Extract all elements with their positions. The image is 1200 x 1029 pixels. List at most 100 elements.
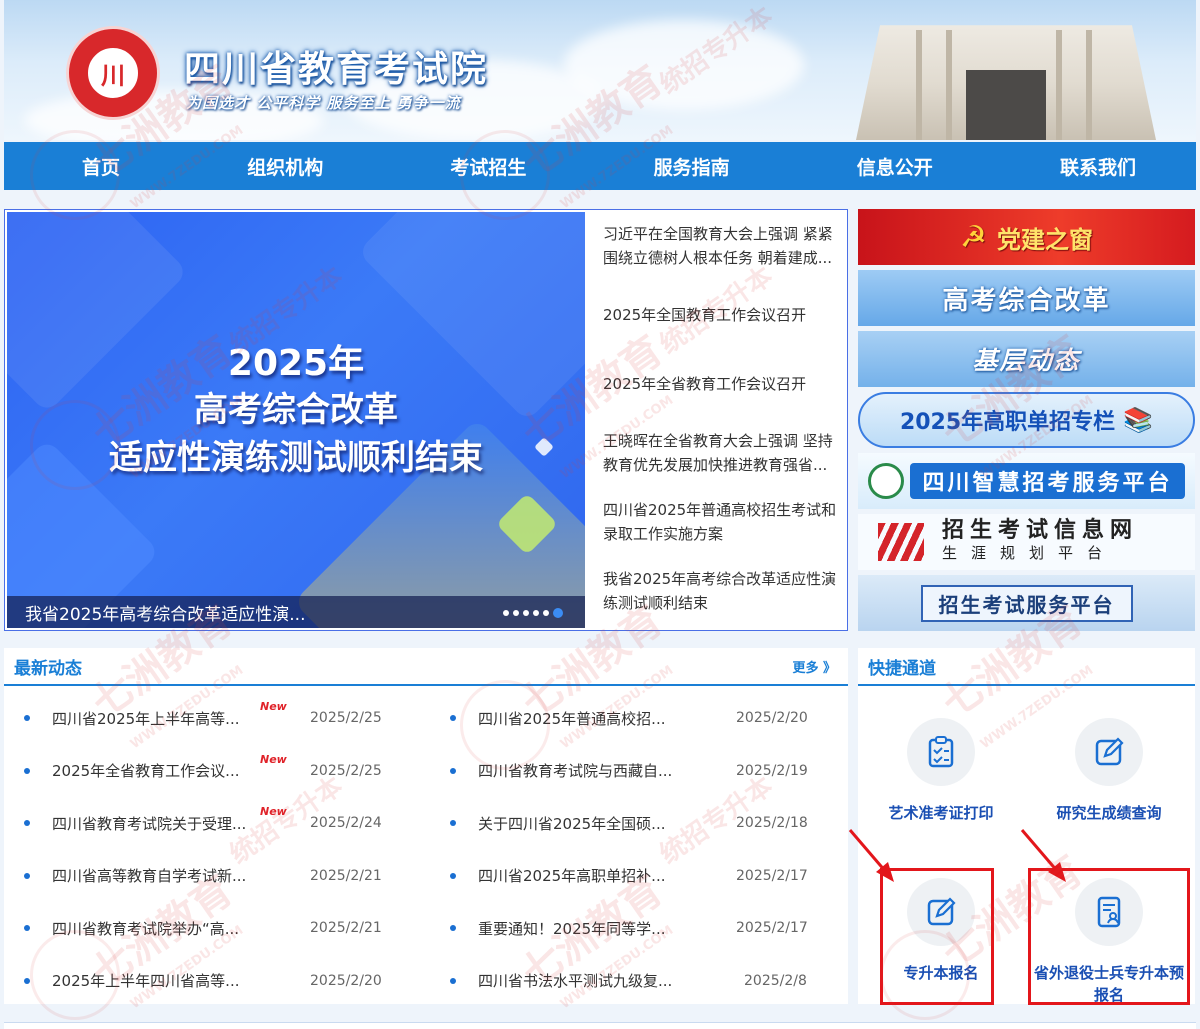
banner-party-label: 党建之窗 bbox=[996, 225, 1093, 254]
news-link[interactable]: 2025年上半年四川省高等... bbox=[52, 970, 262, 991]
news-date: 2025/2/20 bbox=[736, 710, 808, 727]
banner-info-net[interactable]: 招生考试信息网 生涯规划平台 bbox=[858, 514, 1195, 570]
new-badge: New bbox=[260, 752, 287, 766]
art-admission-ticket-button[interactable]: 艺术准考证打印 bbox=[866, 718, 1016, 824]
nav-contact[interactable]: 联系我们 bbox=[1060, 153, 1136, 180]
news-link[interactable]: 四川省2025年普通高校招... bbox=[478, 708, 688, 729]
news-link[interactable]: 四川省教育考试院关于受理... bbox=[52, 813, 262, 834]
news-link[interactable]: 2025年全省教育工作会议... bbox=[52, 760, 262, 781]
nav-organization[interactable]: 组织机构 bbox=[247, 153, 323, 180]
clipboard-check-icon bbox=[907, 718, 975, 786]
nav-info-disclosure[interactable]: 信息公开 bbox=[857, 153, 933, 180]
slide-caption[interactable]: 我省2025年高考综合改革适应性演... bbox=[25, 600, 305, 625]
list-item[interactable]: 2025年全省教育工作会议... New 2025/2/25 bbox=[4, 745, 424, 798]
headline-item[interactable]: 王晓晖在全省教育大会上强调 坚持教育优先发展加快推进教育强省... bbox=[603, 429, 847, 477]
banner-party-building[interactable]: ☭ 党建之窗 bbox=[858, 209, 1195, 265]
news-link[interactable]: 四川省2025年上半年高等... bbox=[52, 708, 262, 729]
slider-dot-active[interactable] bbox=[553, 608, 563, 618]
featured-news-panel: 2025年 高考综合改革 适应性演练测试顺利结束 我省2025年高考综合改革适应… bbox=[4, 209, 848, 631]
list-item[interactable]: 四川省教育考试院举办“高... 2025/2/21 bbox=[4, 902, 424, 955]
bullet-icon bbox=[450, 820, 456, 827]
slider-dot[interactable] bbox=[503, 610, 509, 616]
news-date: 2025/2/17 bbox=[736, 920, 808, 937]
list-item[interactable]: 四川省教育考试院关于受理... New 2025/2/24 bbox=[4, 797, 424, 850]
bullet-icon bbox=[450, 872, 456, 879]
headline-item[interactable]: 习近平在全国教育大会上强调 紧紧围绕立德树人根本任务 朝着建成... bbox=[603, 222, 847, 270]
more-news-link[interactable]: 更多 》 bbox=[792, 657, 836, 676]
news-list-left: 四川省2025年上半年高等... New 2025/2/25 2025年全省教育… bbox=[4, 692, 424, 1007]
list-item[interactable]: 关于四川省2025年全国硕... 2025/2/18 bbox=[430, 797, 850, 850]
slide-headline-line3: 适应性演练测试顺利结束 bbox=[109, 438, 483, 478]
banner-vocational[interactable]: 2025年高职单招专栏 📚 bbox=[858, 392, 1195, 448]
list-item[interactable]: 四川省高等教育自学考试新... 2025/2/21 bbox=[4, 850, 424, 903]
news-link[interactable]: 四川省教育考试院与西藏自... bbox=[478, 760, 688, 781]
news-link[interactable]: 四川省教育考试院举办“高... bbox=[52, 918, 262, 939]
qa-label: 研究生成绩查询 bbox=[1056, 804, 1162, 822]
banner-service-platform-label: 招生考试服务平台 bbox=[920, 584, 1133, 622]
red-arrow-icon bbox=[848, 829, 894, 882]
building-image bbox=[856, 25, 1156, 140]
red-arrow-icon bbox=[1020, 829, 1066, 882]
news-date: 2025/2/25 bbox=[310, 710, 382, 727]
list-item[interactable]: 四川省2025年上半年高等... New 2025/2/25 bbox=[4, 692, 424, 745]
headline-list: 习近平在全国教育大会上强调 紧紧围绕立德树人根本任务 朝着建成... 2025年… bbox=[603, 222, 847, 636]
bullet-icon bbox=[24, 820, 30, 827]
news-link[interactable]: 四川省2025年高职单招补... bbox=[478, 865, 688, 886]
news-slider[interactable]: 2025年 高考综合改革 适应性演练测试顺利结束 我省2025年高考综合改革适应… bbox=[7, 212, 585, 628]
news-link[interactable]: 四川省高等教育自学考试新... bbox=[52, 865, 262, 886]
news-date: 2025/2/25 bbox=[310, 762, 382, 779]
banner-gaokao-label: 高考综合改革 bbox=[942, 285, 1111, 316]
news-date: 2025/2/17 bbox=[736, 867, 808, 884]
bullet-icon bbox=[450, 977, 456, 984]
banner-grassroots-label: 基层动态 bbox=[972, 346, 1081, 375]
slider-dot[interactable] bbox=[543, 610, 549, 616]
news-date: 2025/2/20 bbox=[310, 972, 382, 989]
new-badge: New bbox=[260, 805, 287, 818]
logo-mark: 川 bbox=[85, 45, 141, 101]
list-item[interactable]: 2025年上半年四川省高等... 2025/2/20 bbox=[4, 955, 424, 1008]
institute-logo[interactable]: 川 bbox=[66, 26, 160, 120]
list-item[interactable]: 四川省2025年普通高校招... 2025/2/20 bbox=[430, 692, 850, 745]
site-title[interactable]: 四川省教育考试院 bbox=[184, 40, 488, 92]
quick-access-header: 快捷通道 bbox=[858, 648, 1195, 686]
slider-dot[interactable] bbox=[513, 610, 519, 616]
headline-item[interactable]: 我省2025年高考综合改革适应性演练测试顺利结束 bbox=[603, 567, 847, 615]
main-nav: 首页 组织机构 考试招生 服务指南 信息公开 联系我们 bbox=[4, 142, 1196, 190]
footer-strip bbox=[4, 1022, 1196, 1029]
banner-vocational-label: 2025年高职单招专栏 bbox=[899, 410, 1116, 435]
headline-item[interactable]: 2025年全省教育工作会议召开 bbox=[603, 360, 847, 408]
graduate-score-query-button[interactable]: 研究生成绩查询 bbox=[1034, 718, 1184, 824]
list-item[interactable]: 四川省教育考试院与西藏自... 2025/2/19 bbox=[430, 745, 850, 798]
qa-label: 艺术准考证打印 bbox=[888, 804, 994, 822]
slider-dot[interactable] bbox=[533, 610, 539, 616]
bullet-icon bbox=[24, 977, 30, 984]
news-link[interactable]: 四川省书法水平测试九级复... bbox=[478, 970, 688, 991]
news-list-right: 四川省2025年普通高校招... 2025/2/20 四川省教育考试院与西藏自.… bbox=[430, 692, 850, 1007]
news-date: 2025/2/19 bbox=[736, 762, 808, 779]
info-net-logo-icon bbox=[878, 523, 924, 561]
bullet-icon bbox=[450, 767, 456, 774]
headline-item[interactable]: 四川省2025年普通高校招生考试和录取工作实施方案 bbox=[603, 498, 847, 546]
news-link[interactable]: 关于四川省2025年全国硕... bbox=[478, 813, 688, 834]
nav-exam-enrollment[interactable]: 考试招生 bbox=[450, 153, 526, 180]
bullet-icon bbox=[24, 767, 30, 774]
list-item[interactable]: 四川省2025年高职单招补... 2025/2/17 bbox=[430, 850, 850, 903]
nav-home[interactable]: 首页 bbox=[82, 153, 120, 180]
slider-dots bbox=[503, 608, 563, 618]
site-header: 川 四川省教育考试院 为国选才 公平科学 服务至上 勇争一流 bbox=[4, 0, 1196, 140]
slide-headline-year: 2025年 bbox=[227, 343, 365, 384]
list-item[interactable]: 重要通知！2025年同等学... 2025/2/17 bbox=[430, 902, 850, 955]
news-link[interactable]: 重要通知！2025年同等学... bbox=[478, 918, 688, 939]
slider-dot[interactable] bbox=[523, 610, 529, 616]
banner-gaokao-reform[interactable]: 高考综合改革 bbox=[858, 270, 1195, 326]
banner-smart-platform[interactable]: 四川智慧招考服务平台 bbox=[858, 453, 1195, 509]
news-date: 2025/2/8 bbox=[744, 972, 807, 989]
headline-item[interactable]: 2025年全国教育工作会议召开 bbox=[603, 291, 847, 339]
nav-service-guide[interactable]: 服务指南 bbox=[654, 153, 730, 180]
list-item[interactable]: 四川省书法水平测试九级复... 2025/2/8 bbox=[430, 955, 850, 1008]
banner-service-platform[interactable]: 招生考试服务平台 bbox=[858, 575, 1195, 631]
banner-grassroots[interactable]: 基层动态 bbox=[858, 331, 1195, 387]
banner-info-net-title: 招生考试信息网 bbox=[942, 518, 1139, 543]
site-motto: 为国选才 公平科学 服务至上 勇争一流 bbox=[186, 94, 461, 112]
latest-news-panel: 最新动态 更多 》 四川省2025年上半年高等... New 2025/2/25… bbox=[4, 648, 848, 1004]
